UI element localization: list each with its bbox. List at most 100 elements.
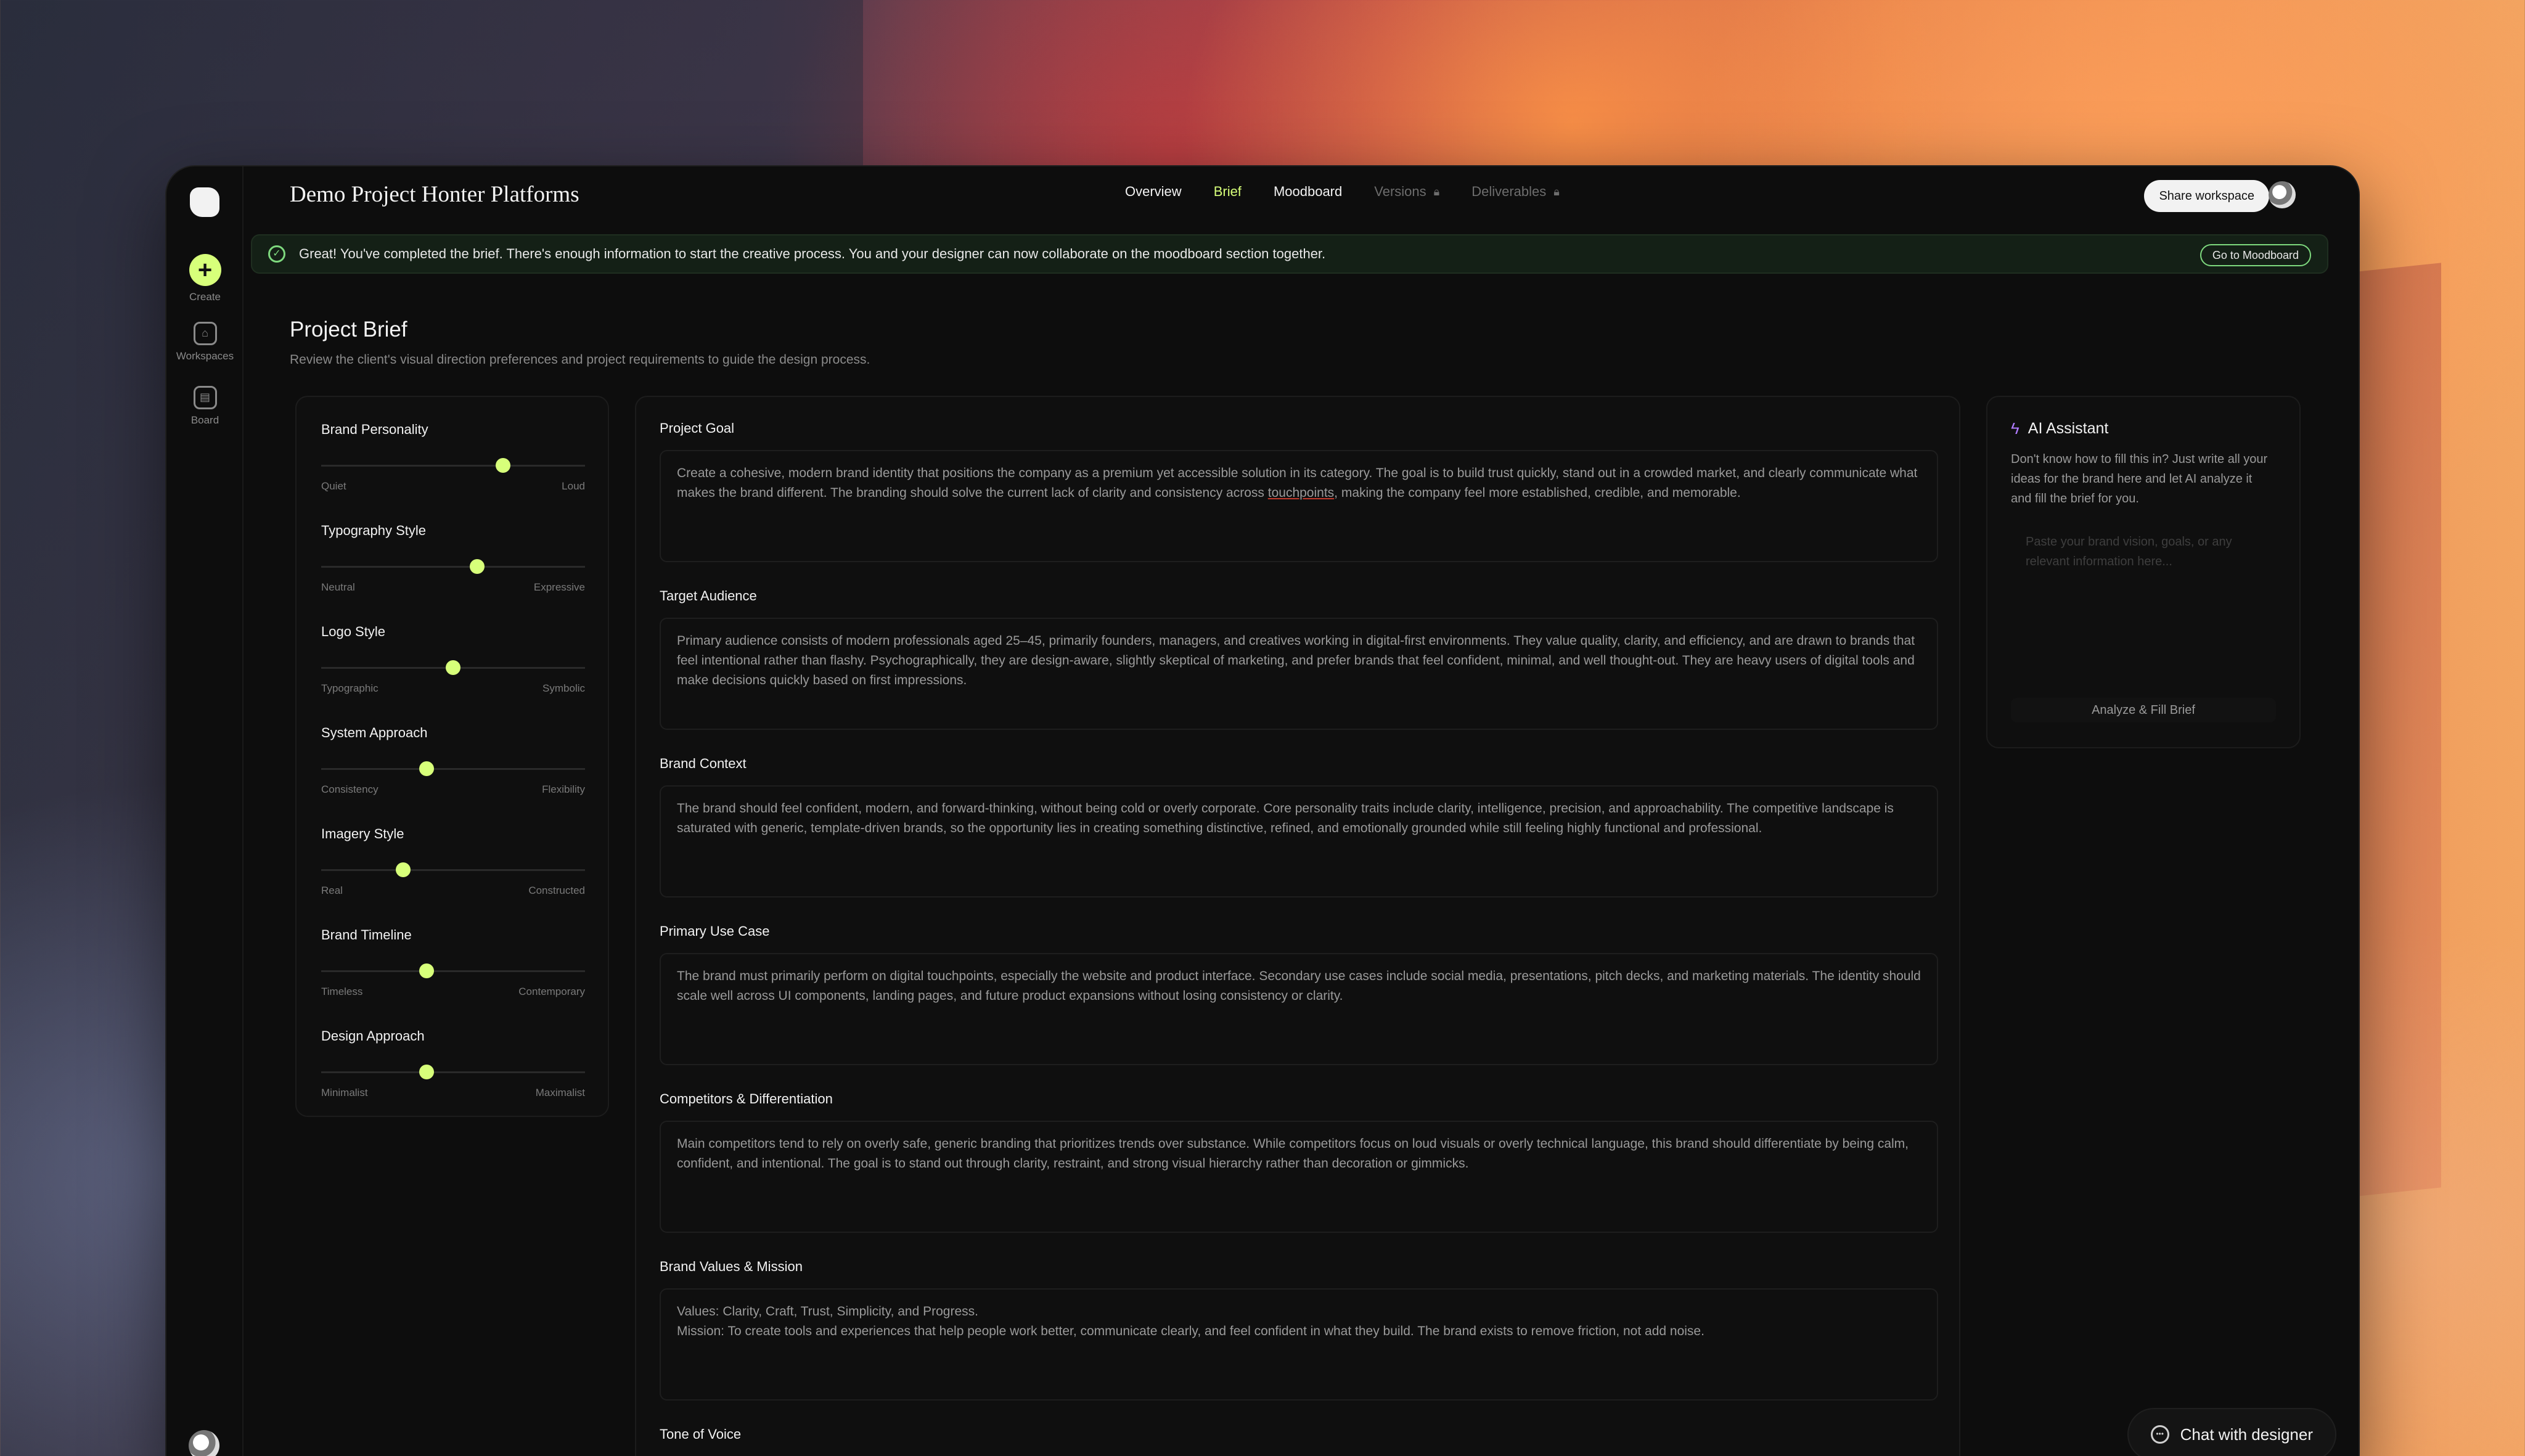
slider-name: Logo Style — [321, 624, 385, 639]
field-textarea[interactable]: Main competitors tend to rely on overly … — [660, 1121, 1938, 1233]
icon-rail: + Create ⌂ Workspaces ▤ Board — [166, 166, 243, 1456]
user-avatar[interactable] — [189, 1430, 219, 1456]
slider-left-label: Neutral — [321, 581, 355, 593]
slider-knob[interactable] — [395, 862, 411, 877]
slider-right-label: Flexibility — [542, 783, 585, 795]
field-text: The brand must primarily perform on digi… — [677, 969, 1921, 1003]
lock-icon: 🔒︎ — [1433, 185, 1440, 198]
slider-left-label: Quiet — [321, 480, 346, 492]
field-label: Brand Context — [660, 756, 747, 771]
slider-left-label: Minimalist — [321, 1087, 368, 1098]
header-avatar[interactable] — [2269, 181, 2296, 208]
page-title: Project Brief — [290, 317, 407, 342]
slider-left-label: Consistency — [321, 783, 379, 795]
slider-left-label: Typographic — [321, 682, 379, 694]
chat-bubble-icon: ••• — [2150, 1425, 2169, 1444]
slider-track[interactable] — [321, 761, 585, 776]
field-text: Mission: To create tools and experiences… — [677, 1324, 1704, 1338]
slider-name: Brand Personality — [321, 422, 428, 437]
slider-track[interactable] — [321, 458, 585, 473]
ai-title: AI Assistant — [2028, 420, 2109, 437]
field-primary-use-case: Primary Use Case The brand must primaril… — [660, 923, 1938, 1065]
field-textarea[interactable]: Create a cohesive, modern brand identity… — [660, 450, 1938, 562]
field-brand-context: Brand Context The brand should feel conf… — [660, 756, 1938, 898]
slider-right-label: Loud — [562, 480, 585, 492]
tab-deliverables[interactable]: Deliverables 🔒︎ — [1471, 184, 1560, 200]
analyze-fill-brief-button[interactable]: Analyze & Fill Brief — [2011, 698, 2276, 722]
app-window: + Create ⌂ Workspaces ▤ Board Demo Proje… — [165, 165, 2360, 1456]
slider-name: Typography Style — [321, 523, 426, 538]
direction-sliders-panel: Brand Personality Quiet Loud Typography S… — [295, 396, 609, 1117]
field-textarea[interactable]: The brand should feel confident, modern,… — [660, 785, 1938, 898]
field-textarea[interactable]: Primary audience consists of modern prof… — [660, 618, 1938, 730]
slider-name: Imagery Style — [321, 826, 404, 841]
tab-label: Brief — [1213, 184, 1242, 199]
rail-create-label: Create — [189, 291, 221, 303]
field-label: Tone of Voice — [660, 1426, 742, 1442]
slider-logo-style: Logo Style Typographic Symbolic — [321, 624, 585, 695]
field-label: Primary Use Case — [660, 923, 770, 939]
slider-right-label: Symbolic — [542, 682, 585, 694]
board-icon: ▤ — [193, 386, 217, 409]
slider-system-approach: System Approach Consistency Flexibility — [321, 725, 585, 796]
rail-board[interactable]: ▤ Board — [166, 386, 243, 427]
slider-knob[interactable] — [469, 559, 485, 574]
tab-label: Deliverables — [1471, 184, 1547, 199]
field-textarea[interactable]: Values: Clarity, Craft, Trust, Simplicit… — [660, 1288, 1938, 1401]
check-circle-icon: ✓ — [268, 245, 285, 263]
rail-board-label: Board — [190, 414, 219, 426]
slider-track[interactable] — [321, 1065, 585, 1079]
completion-banner: ✓ Great! You've completed the brief. The… — [251, 234, 2328, 274]
rail-workspaces-label: Workspaces — [176, 350, 234, 362]
plus-icon: + — [189, 254, 221, 286]
slider-design-approach: Design Approach Minimalist Maximalist — [321, 1028, 585, 1099]
slider-right-label: Constructed — [528, 885, 585, 896]
rail-create[interactable]: + Create — [166, 254, 243, 303]
slider-right-label: Contemporary — [518, 986, 585, 997]
ai-assistant-panel: ϟ AI Assistant Don't know how to fill th… — [1986, 396, 2301, 748]
tab-label: Overview — [1125, 184, 1182, 199]
banner-text: Great! You've completed the brief. There… — [299, 246, 1326, 261]
tab-overview[interactable]: Overview — [1125, 184, 1182, 200]
tabs: Overview Brief Moodboard Versions 🔒︎ Deli… — [1125, 184, 1560, 200]
lock-icon: 🔒︎ — [1553, 185, 1560, 198]
slider-knob[interactable] — [419, 1065, 435, 1079]
slider-name: System Approach — [321, 725, 428, 740]
slider-knob[interactable] — [446, 660, 460, 675]
field-target-audience: Target Audience Primary audience consist… — [660, 588, 1938, 730]
go-to-moodboard-button[interactable]: Go to Moodboard — [2200, 244, 2311, 266]
slider-brand-personality: Brand Personality Quiet Loud — [321, 422, 585, 493]
slider-left-label: Timeless — [321, 986, 363, 997]
brief-fields-panel: Project Goal Create a cohesive, modern b… — [635, 396, 1960, 1456]
ai-brief-input[interactable]: Paste your brand vision, goals, or any r… — [2011, 532, 2276, 661]
lightning-icon: ϟ — [2011, 419, 2020, 438]
home-icon: ⌂ — [193, 322, 217, 345]
field-text: The brand should feel confident, modern,… — [677, 801, 1894, 835]
app-logo-icon[interactable] — [190, 187, 219, 217]
share-workspace-button[interactable]: Share workspace — [2144, 180, 2269, 212]
tab-moodboard[interactable]: Moodboard — [1274, 184, 1342, 200]
field-textarea[interactable]: The brand must primarily perform on digi… — [660, 953, 1938, 1065]
field-competitors: Competitors & Differentiation Main compe… — [660, 1091, 1938, 1233]
spellcheck-word: touchpoints — [1267, 486, 1335, 500]
slider-track[interactable] — [321, 660, 585, 675]
field-label: Brand Values & Mission — [660, 1259, 803, 1274]
slider-left-label: Real — [321, 885, 343, 896]
field-brand-values: Brand Values & Mission Values: Clarity, … — [660, 1259, 1938, 1401]
chat-with-designer-button[interactable]: ••• Chat with designer — [2127, 1408, 2336, 1456]
tab-label: Versions — [1374, 184, 1426, 199]
slider-brand-timeline: Brand Timeline Timeless Contemporary — [321, 927, 585, 998]
rail-workspaces[interactable]: ⌂ Workspaces — [166, 322, 243, 362]
ai-description: Don't know how to fill this in? Just wri… — [2011, 452, 2268, 505]
slider-track[interactable] — [321, 963, 585, 978]
slider-track[interactable] — [321, 862, 585, 877]
field-text: Values: Clarity, Craft, Trust, Simplicit… — [677, 1304, 978, 1319]
tab-versions[interactable]: Versions 🔒︎ — [1374, 184, 1439, 200]
tab-brief[interactable]: Brief — [1214, 184, 1242, 200]
field-project-goal: Project Goal Create a cohesive, modern b… — [660, 420, 1938, 562]
slider-knob[interactable] — [496, 458, 511, 473]
slider-track[interactable] — [321, 559, 585, 574]
slider-knob[interactable] — [419, 761, 435, 776]
field-text: , making the company feel more establish… — [1334, 486, 1741, 500]
slider-knob[interactable] — [419, 963, 435, 978]
